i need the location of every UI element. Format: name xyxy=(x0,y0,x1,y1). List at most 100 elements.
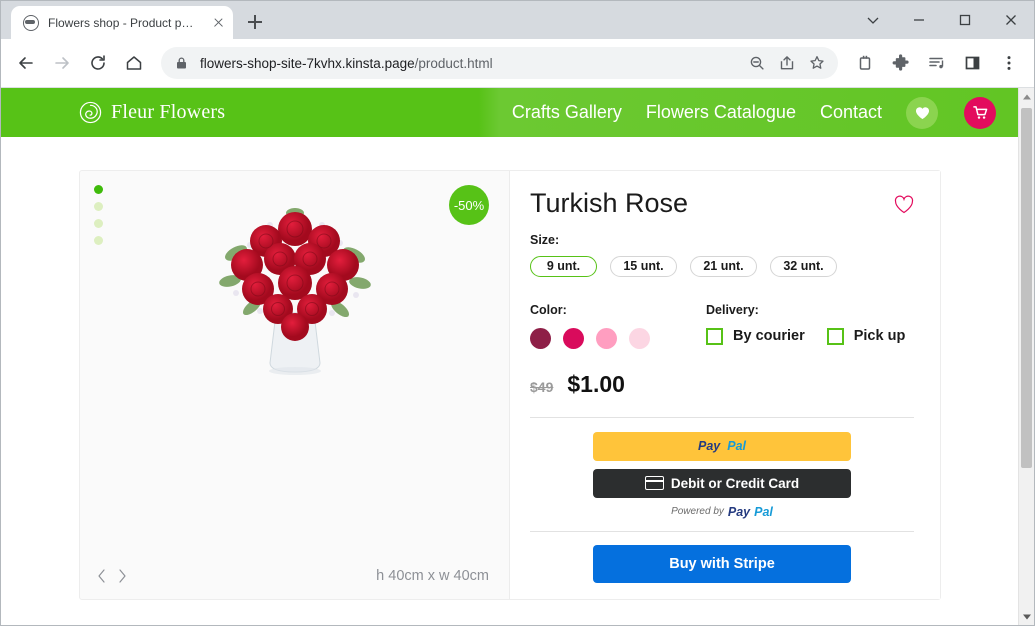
current-price: $1.00 xyxy=(567,371,625,398)
new-tab-button[interactable] xyxy=(241,8,269,36)
checkbox-by-courier[interactable] xyxy=(706,328,723,345)
title-bar: Flowers shop - Product page xyxy=(1,1,1034,39)
delivery-option-pick-up[interactable]: Pick up xyxy=(827,328,906,345)
paypal-logo-pal: Pal xyxy=(727,439,746,453)
price-row: $49 $1.00 xyxy=(530,371,914,398)
delivery-option-label: By courier xyxy=(733,328,805,344)
address-bar[interactable]: flowers-shop-site-7kvhx.kinsta.page/prod… xyxy=(161,47,838,79)
bookmark-star-icon[interactable] xyxy=(802,48,832,78)
powered-by-paypal: Powered by Pay Pal xyxy=(671,505,773,519)
brand-name: Fleur Flowers xyxy=(111,101,225,124)
paypal-logo-pal: Pal xyxy=(754,505,773,519)
menu-icon[interactable] xyxy=(992,46,1026,80)
home-icon[interactable] xyxy=(117,46,151,80)
color-section: Color: xyxy=(530,303,706,349)
browser-tab[interactable]: Flowers shop - Product page xyxy=(11,6,233,39)
gallery-dot[interactable] xyxy=(94,236,103,245)
product-gallery: -50% xyxy=(80,171,510,599)
page-content: Fleur Flowers Crafts Gallery Flowers Cat… xyxy=(1,88,1018,625)
chevron-right-icon[interactable] xyxy=(114,567,130,585)
nav-item-flowers-catalogue[interactable]: Flowers Catalogue xyxy=(646,102,796,123)
size-option-21[interactable]: 21 unt. xyxy=(690,256,757,277)
color-swatches xyxy=(530,328,706,349)
wishlist-button[interactable] xyxy=(906,97,938,129)
size-label: Size: xyxy=(530,233,914,247)
debit-card-label: Debit or Credit Card xyxy=(671,476,799,491)
forward-icon[interactable] xyxy=(45,46,79,80)
page-scrollbar[interactable] xyxy=(1018,88,1034,625)
powered-by-text: Powered by xyxy=(671,506,724,517)
shopping-cart-icon xyxy=(973,105,988,120)
color-swatch-pale-pink[interactable] xyxy=(629,328,650,349)
url-path: /product.html xyxy=(415,56,493,71)
size-option-32[interactable]: 32 unt. xyxy=(770,256,837,277)
zoom-out-icon[interactable] xyxy=(742,48,772,78)
url-text: flowers-shop-site-7kvhx.kinsta.page/prod… xyxy=(200,56,493,71)
close-icon[interactable] xyxy=(988,1,1034,39)
extensions-icon[interactable] xyxy=(884,46,918,80)
product-details: Turkish Rose Size: 9 unt. 15 unt. 21 unt… xyxy=(510,171,940,599)
product-dimensions: h 40cm x w 40cm xyxy=(376,568,489,584)
buy-with-stripe-button[interactable]: Buy with Stripe xyxy=(593,545,851,583)
paypal-logo-pay: Pay xyxy=(698,439,720,453)
product-card: -50% xyxy=(79,170,941,600)
chevron-down-icon[interactable] xyxy=(850,1,896,39)
share-icon[interactable] xyxy=(772,48,802,78)
scrollbar-thumb[interactable] xyxy=(1021,108,1032,468)
color-swatch-dark-maroon[interactable] xyxy=(530,328,551,349)
credit-card-icon xyxy=(645,476,664,490)
browser-window: Flowers shop - Product page xyxy=(0,0,1035,626)
chevron-left-icon[interactable] xyxy=(94,567,110,585)
rose-logo-icon xyxy=(79,101,102,124)
gallery-dot[interactable] xyxy=(94,219,103,228)
media-list-icon[interactable] xyxy=(920,46,954,80)
globe-icon xyxy=(23,15,39,31)
debit-credit-card-button[interactable]: Debit or Credit Card xyxy=(593,469,851,498)
discount-badge: -50% xyxy=(449,185,489,225)
page-title: Turkish Rose xyxy=(530,189,688,219)
gallery-arrows xyxy=(94,567,130,585)
side-panel-icon[interactable] xyxy=(956,46,990,80)
browser-toolbar: flowers-shop-site-7kvhx.kinsta.page/prod… xyxy=(1,39,1034,87)
delivery-option-label: Pick up xyxy=(854,328,906,344)
lock-icon xyxy=(175,56,188,70)
delivery-section: Delivery: By courier Pick up xyxy=(706,303,905,349)
reload-icon[interactable] xyxy=(81,46,115,80)
paypal-button[interactable]: Pay Pal xyxy=(593,432,851,461)
site-header: Fleur Flowers Crafts Gallery Flowers Cat… xyxy=(1,88,1018,137)
window-controls xyxy=(850,1,1034,39)
paypal-section: Pay Pal Debit or Credit Card Powered by Pa… xyxy=(530,418,914,519)
maximize-icon[interactable] xyxy=(942,1,988,39)
page-viewport: Fleur Flowers Crafts Gallery Flowers Cat… xyxy=(1,87,1034,625)
scroll-up-arrow[interactable] xyxy=(1019,88,1034,105)
gallery-dot[interactable] xyxy=(94,202,103,211)
color-swatch-crimson[interactable] xyxy=(563,328,584,349)
url-domain: flowers-shop-site-7kvhx.kinsta.page xyxy=(200,56,415,71)
delivery-option-by-courier[interactable]: By courier xyxy=(706,328,805,345)
gallery-dot[interactable] xyxy=(94,185,103,194)
site-logo[interactable]: Fleur Flowers xyxy=(79,101,225,124)
paypal-logo-pay: Pay xyxy=(728,505,750,519)
delivery-label: Delivery: xyxy=(706,303,905,317)
clipboard-icon[interactable] xyxy=(848,46,882,80)
product-image xyxy=(190,185,400,385)
heart-outline-icon[interactable] xyxy=(894,195,914,215)
tab-title: Flowers shop - Product page xyxy=(48,16,200,30)
back-icon[interactable] xyxy=(9,46,43,80)
heart-icon xyxy=(915,106,930,120)
color-swatch-medium-pink[interactable] xyxy=(596,328,617,349)
cart-button[interactable] xyxy=(964,97,996,129)
minimize-icon[interactable] xyxy=(896,1,942,39)
size-option-9[interactable]: 9 unt. xyxy=(530,256,597,277)
nav-item-crafts-gallery[interactable]: Crafts Gallery xyxy=(512,102,622,123)
gallery-dots xyxy=(94,185,103,245)
size-option-15[interactable]: 15 unt. xyxy=(610,256,677,277)
main-nav: Crafts Gallery Flowers Catalogue Contact xyxy=(512,97,996,129)
close-icon[interactable] xyxy=(209,14,227,32)
color-delivery-row: Color: Delivery: xyxy=(530,303,914,349)
delivery-options: By courier Pick up xyxy=(706,328,905,345)
nav-item-contact[interactable]: Contact xyxy=(820,102,882,123)
checkbox-pick-up[interactable] xyxy=(827,328,844,345)
scroll-down-arrow[interactable] xyxy=(1019,608,1034,625)
size-options: 9 unt. 15 unt. 21 unt. 32 unt. xyxy=(530,256,914,277)
